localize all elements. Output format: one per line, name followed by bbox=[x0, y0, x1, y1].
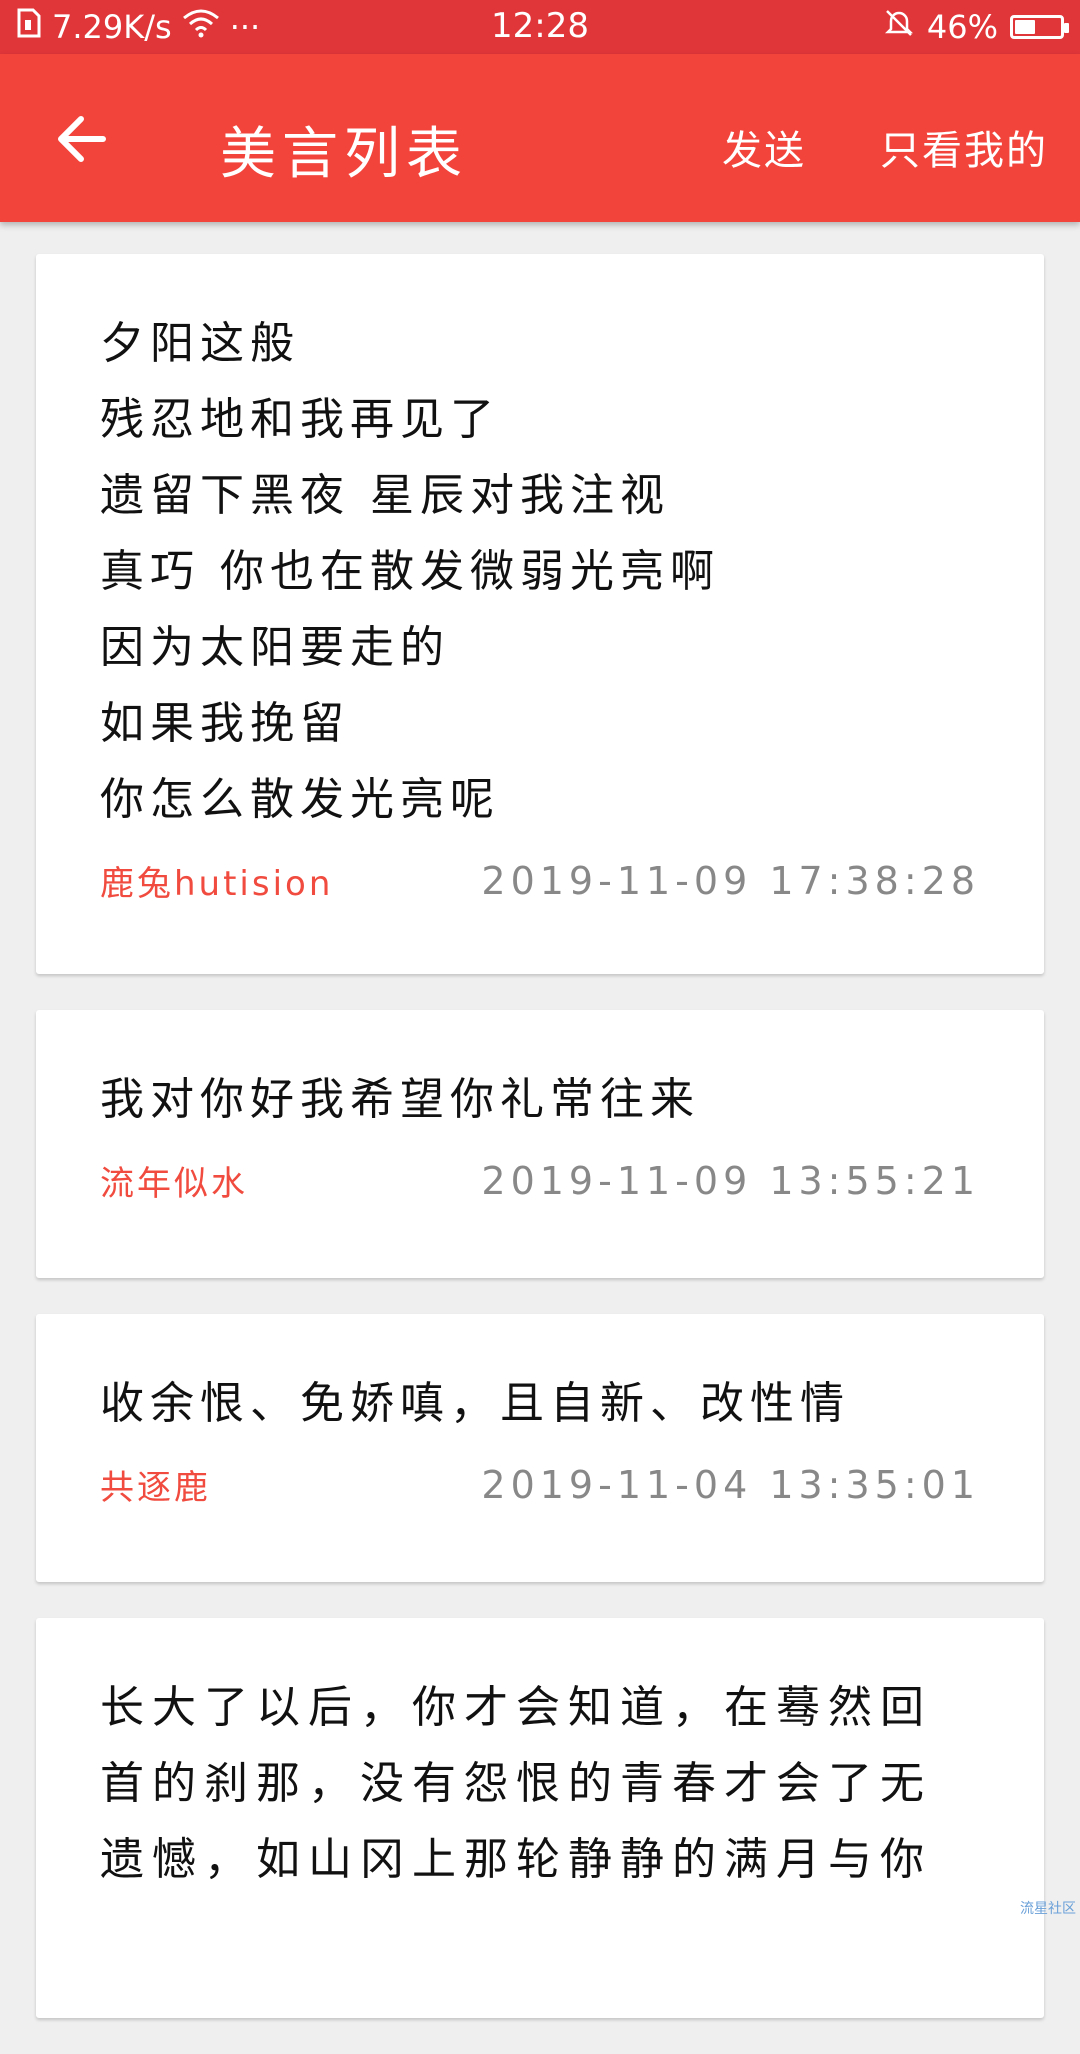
quote-time: 2019-11-04 13:35:01 bbox=[481, 1462, 980, 1507]
quote-content: 夕阳这般 残忍地和我再见了 遗留下黑夜 星辰对我注视 真巧 你也在散发微弱光亮啊… bbox=[100, 318, 720, 825]
quote-card[interactable]: 我对你好我希望你礼常往来 流年似水 2019-11-09 13:55:21 bbox=[36, 1010, 1044, 1278]
quote-time: 2019-11-09 13:55:21 bbox=[481, 1158, 980, 1203]
page-title: 美言列表 bbox=[220, 122, 468, 187]
watermark: 流星社区 bbox=[1020, 1901, 1076, 1917]
quote-content: 收余恨、免娇嗔，且自新、改性情 bbox=[100, 1378, 850, 1429]
bell-muted-icon bbox=[883, 7, 915, 47]
status-right: 46% bbox=[883, 0, 1069, 54]
quote-content: 我对你好我希望你礼常往来 bbox=[100, 1074, 700, 1125]
quote-time: 2019-11-09 17:38:28 bbox=[481, 858, 980, 903]
arrow-left-icon bbox=[58, 116, 106, 162]
quote-author[interactable]: 鹿兔hutision bbox=[100, 856, 333, 905]
only-mine-button[interactable]: 只看我的 bbox=[880, 118, 1048, 176]
status-bar: 7.29K/s ··· 12:28 46% bbox=[0, 0, 1080, 54]
send-button[interactable]: 发送 bbox=[722, 118, 806, 176]
quote-author[interactable]: 共逐鹿 bbox=[100, 1460, 211, 1509]
quote-card[interactable]: 收余恨、免娇嗔，且自新、改性情 共逐鹿 2019-11-04 13:35:01 bbox=[36, 1314, 1044, 1582]
back-button[interactable] bbox=[46, 104, 116, 174]
quote-card[interactable]: 夕阳这般 残忍地和我再见了 遗留下黑夜 星辰对我注视 真巧 你也在散发微弱光亮啊… bbox=[36, 254, 1044, 974]
battery-percent: 46% bbox=[926, 8, 998, 46]
battery-icon bbox=[1010, 15, 1069, 39]
quote-meta: 共逐鹿 2019-11-04 13:35:01 bbox=[100, 1460, 980, 1509]
quote-content: 长大了以后，你才会知道，在蓦然回首的刹那，没有怨恨的青春才会了无遗憾，如山冈上那… bbox=[100, 1682, 932, 1885]
quote-meta: 鹿兔hutision 2019-11-09 17:38:28 bbox=[100, 856, 980, 905]
quote-author[interactable]: 流年似水 bbox=[100, 1156, 248, 1205]
app-bar: 美言列表 发送 只看我的 bbox=[0, 54, 1080, 222]
quote-list: 夕阳这般 残忍地和我再见了 遗留下黑夜 星辰对我注视 真巧 你也在散发微弱光亮啊… bbox=[36, 254, 1044, 2054]
quote-card[interactable]: 长大了以后，你才会知道，在蓦然回首的刹那，没有怨恨的青春才会了无遗憾，如山冈上那… bbox=[36, 1618, 1044, 2018]
quote-meta: 流年似水 2019-11-09 13:55:21 bbox=[100, 1156, 980, 1205]
